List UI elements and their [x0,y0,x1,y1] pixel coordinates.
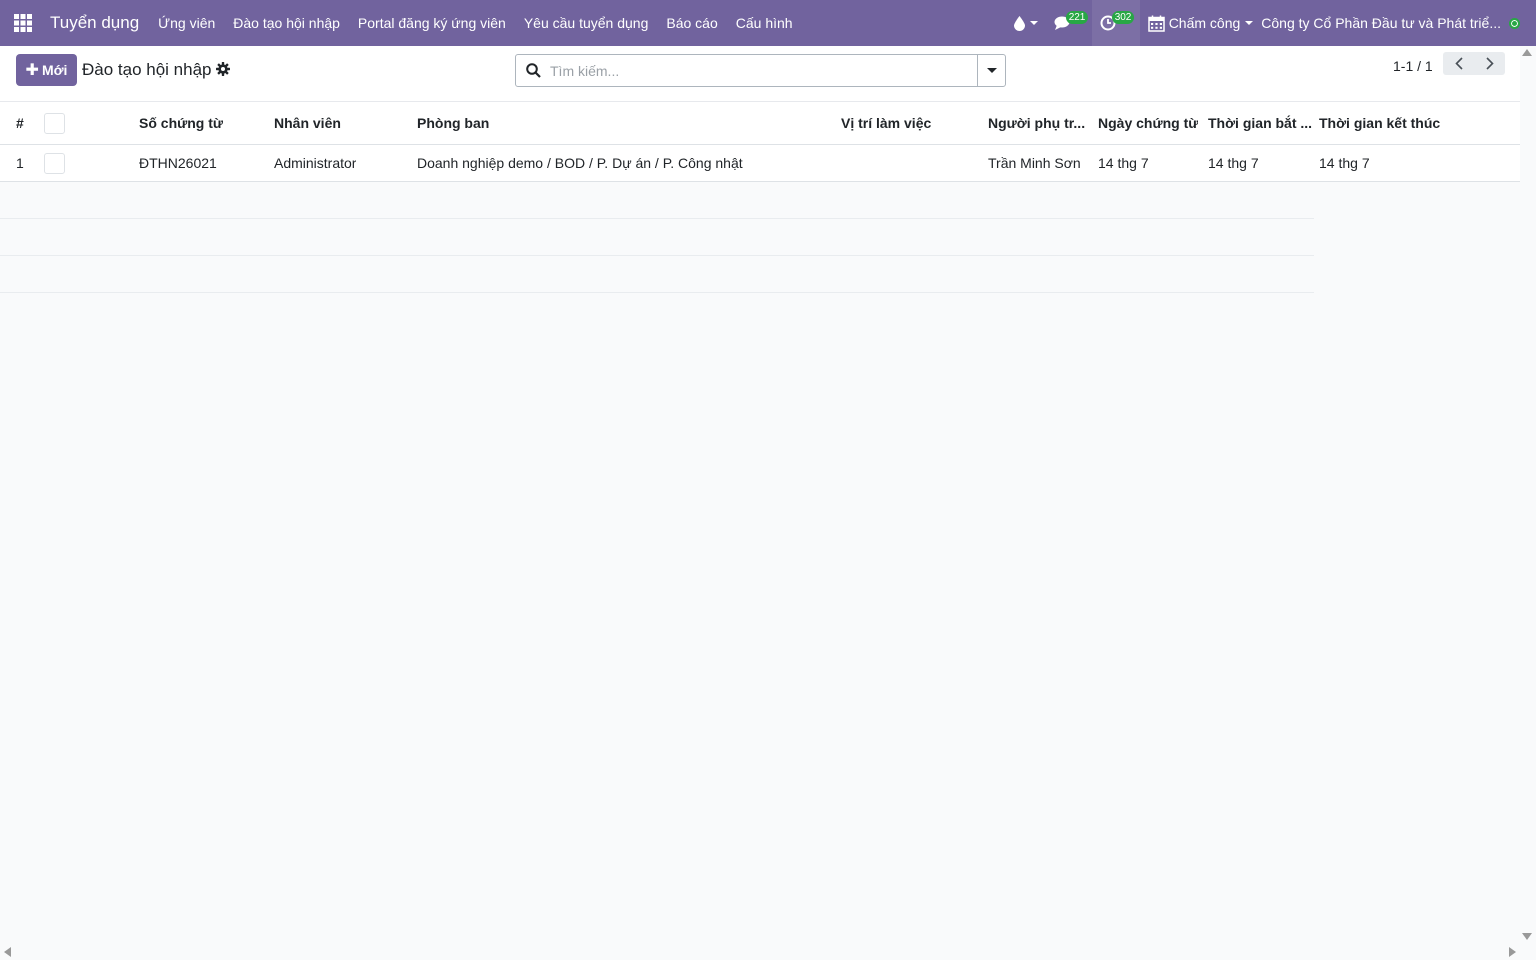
column-header-end-time[interactable]: Thời gian kết thúc [1319,102,1440,144]
empty-row [0,182,1314,219]
row-checkbox[interactable] [44,152,65,174]
activities-badge: 302 [1111,11,1135,24]
cell-doc-date: 14 thg 7 [1098,155,1149,171]
app-title[interactable]: Tuyển dụng [50,13,139,33]
activities-button[interactable]: 302 [1091,0,1140,46]
pager-next-button[interactable] [1474,52,1505,75]
column-header-index: # [16,115,24,131]
new-button[interactable]: ✚ Mới [16,54,77,86]
search-bar [515,54,1006,87]
menu-item-recruitment-requests[interactable]: Yêu cầu tuyển dụng [515,15,658,31]
pager-value[interactable]: 1-1 / 1 [1393,58,1433,74]
pager-previous-button[interactable] [1443,52,1474,75]
table-row[interactable]: 1 ĐTHN26021 Administrator Doanh nghiệp d… [0,145,1520,182]
apps-menu-icon[interactable] [0,0,46,46]
calendar-icon [1147,15,1165,32]
menu-item-configuration[interactable]: Cấu hình [727,15,802,31]
chevron-down-icon [1245,21,1254,25]
company-switcher[interactable]: Công ty Cổ Phần Đầu tư và Phát triể... [1261,15,1509,31]
column-header-responsible[interactable]: Người phụ tr... [988,102,1085,144]
attendance-label: Chấm công [1168,15,1241,31]
drop-menu[interactable] [1006,0,1046,46]
breadcrumb: Đào tạo hội nhập [82,60,212,79]
select-all-checkbox[interactable] [44,112,65,134]
menu-item-candidate-portal[interactable]: Portal đăng ký ứng viên [349,15,515,31]
menu-item-reports[interactable]: Báo cáo [657,15,726,31]
caret-down-icon [986,68,997,73]
cell-employee: Administrator [274,155,357,171]
row-index: 1 [16,155,24,171]
column-header-department[interactable]: Phòng ban [417,102,489,144]
cell-doc-number: ĐTHN26021 [139,155,217,171]
cell-department: Doanh nghiệp demo / BOD / P. Dự án / P. … [417,155,743,171]
plus-icon: ✚ [25,62,39,79]
online-status-icon [1509,17,1520,29]
search-options-toggle[interactable] [977,55,1005,86]
search-icon [516,63,550,78]
column-header-work-position[interactable]: Vị trí làm việc [841,102,931,144]
scroll-left-arrow-icon[interactable] [4,947,11,957]
column-header-doc-number[interactable]: Số chứng từ [139,102,223,144]
chevron-down-icon [1029,21,1038,25]
chevron-left-icon [1454,57,1463,70]
menu-item-onboarding[interactable]: Đào tạo hội nhập [224,15,349,31]
cell-end-time: 14 thg 7 [1319,155,1370,171]
empty-row [0,256,1314,293]
gear-icon[interactable] [216,62,230,79]
messages-badge: 221 [1065,11,1089,24]
list-table: # Số chứng từ Nhân viên Phòng ban Vị trí… [0,102,1520,293]
cell-responsible: Trần Minh Sơn [988,155,1081,171]
search-input[interactable] [550,55,977,86]
chevron-right-icon [1485,57,1494,70]
attendance-menu[interactable]: Chấm công [1140,0,1262,46]
empty-row [0,219,1314,256]
menu-item-candidates[interactable]: Ứng viên [149,15,224,31]
scroll-up-arrow-icon[interactable] [1522,49,1532,56]
cell-start-time: 14 thg 7 [1208,155,1259,171]
messages-button[interactable]: 221 [1046,0,1092,46]
table-header: # Số chứng từ Nhân viên Phòng ban Vị trí… [0,102,1520,145]
column-header-start-time[interactable]: Thời gian bắt ... [1208,102,1312,144]
control-panel: ✚ Mới Đào tạo hội nhập 1-1 / 1 [0,46,1520,102]
column-header-doc-date[interactable]: Ngày chứng từ [1098,102,1198,144]
drop-icon [1013,15,1025,31]
scroll-down-arrow-icon[interactable] [1522,933,1532,940]
scroll-right-arrow-icon[interactable] [1509,947,1516,957]
top-navbar: Tuyển dụng Ứng viên Đào tạo hội nhập Por… [0,0,1536,46]
new-button-label: Mới [41,62,68,78]
column-header-employee[interactable]: Nhân viên [274,102,341,144]
